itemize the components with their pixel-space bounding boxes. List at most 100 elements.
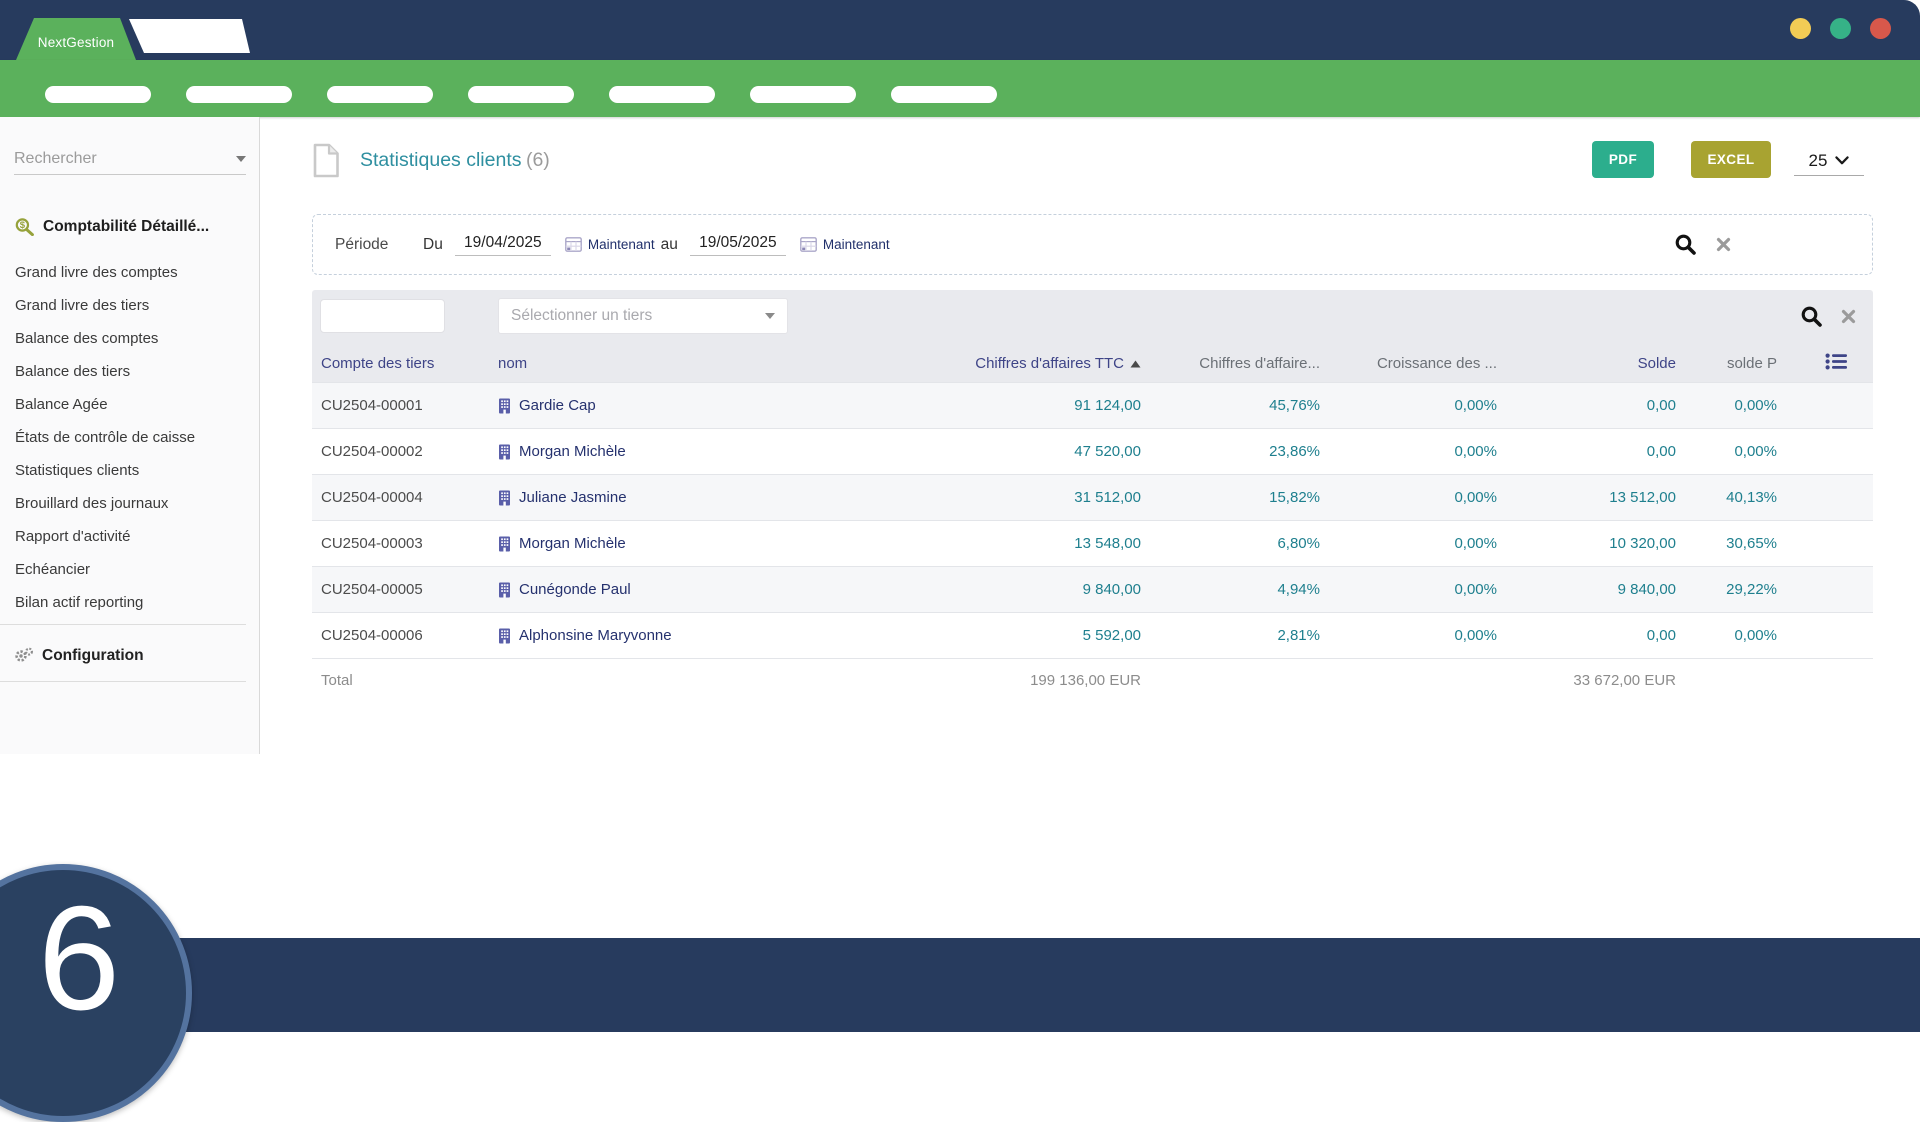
sidebar-item-rapport-d-activit-[interactable]: Rapport d'activité	[0, 520, 259, 553]
table-row[interactable]: CU2504-00004 Juliane Jasmine 31 512,00 15,8…	[312, 474, 1873, 520]
column-settings-button[interactable]	[1777, 353, 1873, 374]
sidebar-item-balance-ag-e[interactable]: Balance Agée	[0, 388, 259, 421]
column-header[interactable]: Chiffres d'affaire...	[1141, 355, 1320, 372]
page-size-select[interactable]: 25	[1794, 146, 1864, 176]
client-name-link[interactable]: Alphonsine Maryvonne	[519, 627, 672, 644]
client-name-link[interactable]: Gardie Cap	[519, 397, 596, 414]
sidebar-item-statistiques-clients[interactable]: Statistiques clients	[0, 454, 259, 487]
top-navbar: NextGestion	[0, 0, 1920, 60]
column-header[interactable]: solde P	[1676, 355, 1777, 372]
account-filter-input[interactable]	[320, 299, 445, 333]
sidebar-item-grand-livre-des-tiers[interactable]: Grand livre des tiers	[0, 289, 259, 322]
cell-croissance: 0,00%	[1454, 535, 1497, 552]
column-header[interactable]: Croissance des ...	[1320, 355, 1497, 372]
cell-solde: 13 512,00	[1609, 489, 1676, 506]
date-to-input[interactable]	[689, 233, 786, 256]
search-button[interactable]	[1674, 233, 1697, 256]
calendar-icon[interactable]	[799, 237, 817, 252]
menu-pill[interactable]	[609, 86, 715, 103]
cell-ca-ttc: 91 124,00	[1074, 397, 1141, 414]
table-clear-button[interactable]	[1840, 308, 1857, 325]
cell-name: Juliane Jasmine	[498, 489, 901, 506]
cell-solde-percent: 30,65%	[1726, 535, 1777, 552]
search-icon	[1675, 234, 1696, 255]
cell-name: Gardie Cap	[498, 397, 901, 414]
cell-ca-percent: 45,76%	[1269, 397, 1320, 414]
cell-solde-percent: 0,00%	[1734, 443, 1777, 460]
table-row[interactable]: CU2504-00003 Morgan Michèle 13 548,00 6,80%…	[312, 520, 1873, 566]
column-header[interactable]: Chiffres d'affaires TTC	[901, 355, 1141, 372]
menu-pill[interactable]	[750, 86, 856, 103]
sidebar-search-select[interactable]: Rechercher	[14, 143, 246, 175]
table-row[interactable]: CU2504-00002 Morgan Michèle 47 520,00 23,86…	[312, 428, 1873, 474]
client-name-link[interactable]: Cunégonde Paul	[519, 581, 631, 598]
cell-solde: 0,00	[1646, 443, 1676, 460]
tiers-select[interactable]: Sélectionner un tiers	[498, 298, 788, 334]
sidebar-section-comptabilite[interactable]: $ Comptabilité Détaillé...	[14, 217, 250, 236]
table-row[interactable]: CU2504-00006 Alphonsine Maryvonne 5 592,00…	[312, 612, 1873, 658]
pdf-export-button[interactable]: PDF	[1592, 141, 1654, 178]
company-icon	[499, 582, 510, 597]
to-now-link[interactable]: Maintenant	[823, 237, 890, 252]
menu-pill[interactable]	[45, 86, 151, 103]
cell-croissance: 0,00%	[1454, 489, 1497, 506]
secondary-tab-redacted[interactable]	[129, 19, 250, 53]
calendar-icon[interactable]	[564, 237, 582, 252]
cell-croissance: 0,00%	[1454, 581, 1497, 598]
menu-pill[interactable]	[327, 86, 433, 103]
company-icon	[499, 490, 510, 505]
svg-text:$: $	[20, 220, 26, 231]
from-now-link[interactable]: Maintenant	[588, 237, 655, 252]
table-search-button[interactable]	[1800, 305, 1823, 328]
step-number: 6	[37, 876, 121, 1041]
sidebar-item-ech-ancier[interactable]: Echéancier	[0, 553, 259, 586]
sidebar-item-balance-des-tiers[interactable]: Balance des tiers	[0, 355, 259, 388]
sidebar-item-bilan-actif-reporting[interactable]: Bilan actif reporting	[0, 586, 259, 619]
period-filter-panel: Période Du Maintenant au Maintenant	[312, 214, 1873, 275]
sidebar-search-placeholder: Rechercher	[14, 149, 97, 167]
excel-export-button[interactable]: EXCEL	[1691, 141, 1771, 178]
menu-pill[interactable]	[891, 86, 997, 103]
window-dots	[1790, 18, 1891, 39]
company-icon	[499, 398, 510, 413]
result-count: (6)	[525, 149, 550, 171]
column-header[interactable]: Compte des tiers	[312, 355, 498, 372]
cell-croissance: 0,00%	[1454, 443, 1497, 460]
client-name-link[interactable]: Juliane Jasmine	[519, 489, 627, 506]
bottom-bar	[0, 938, 1920, 1032]
sidebar-divider	[0, 624, 246, 625]
brand-tab[interactable]: NextGestion	[16, 18, 136, 60]
window-dot-yellow[interactable]	[1790, 18, 1811, 39]
chevron-down-icon	[236, 155, 246, 162]
client-name-link[interactable]: Morgan Michèle	[519, 535, 626, 552]
to-prefix: au	[660, 235, 678, 253]
column-header[interactable]: nom	[498, 355, 901, 372]
cell-ca-percent: 4,94%	[1277, 581, 1320, 598]
chevron-down-icon	[765, 313, 775, 319]
sidebar-item-balance-des-comptes[interactable]: Balance des comptes	[0, 322, 259, 355]
table-row[interactable]: CU2504-00001 Gardie Cap 91 124,00 45,76% 0,0…	[312, 382, 1873, 428]
menu-pill[interactable]	[468, 86, 574, 103]
table-row[interactable]: CU2504-00005 Cunégonde Paul 9 840,00 4,94% 0…	[312, 566, 1873, 612]
column-header[interactable]: Solde	[1497, 355, 1676, 372]
date-from-input[interactable]	[454, 233, 551, 256]
page-title: Statistiques clients	[360, 149, 522, 171]
configuration-label: Configuration	[42, 646, 144, 664]
sort-asc-icon	[1130, 360, 1141, 367]
sidebar-item--tats-de-contr-le-de-caisse[interactable]: États de contrôle de caisse	[0, 421, 259, 454]
page-size-value: 25	[1808, 150, 1828, 170]
search-dollar-icon: $	[15, 218, 34, 236]
clear-filter-button[interactable]	[1715, 236, 1732, 253]
cell-ca-percent: 23,86%	[1269, 443, 1320, 460]
cell-croissance: 0,00%	[1454, 397, 1497, 414]
cell-ca-ttc: 13 548,00	[1074, 535, 1141, 552]
table-header-row: Compte des tiers nom Chiffres d'affaires T…	[312, 345, 1873, 382]
window-dot-red[interactable]	[1870, 18, 1891, 39]
window-dot-green[interactable]	[1830, 18, 1851, 39]
tiers-select-placeholder: Sélectionner un tiers	[511, 307, 653, 324]
sidebar-item-grand-livre-des-comptes[interactable]: Grand livre des comptes	[0, 256, 259, 289]
sidebar-item-brouillard-des-journaux[interactable]: Brouillard des journaux	[0, 487, 259, 520]
menu-pill[interactable]	[186, 86, 292, 103]
sidebar-item-configuration[interactable]: Configuration	[14, 639, 144, 672]
client-name-link[interactable]: Morgan Michèle	[519, 443, 626, 460]
